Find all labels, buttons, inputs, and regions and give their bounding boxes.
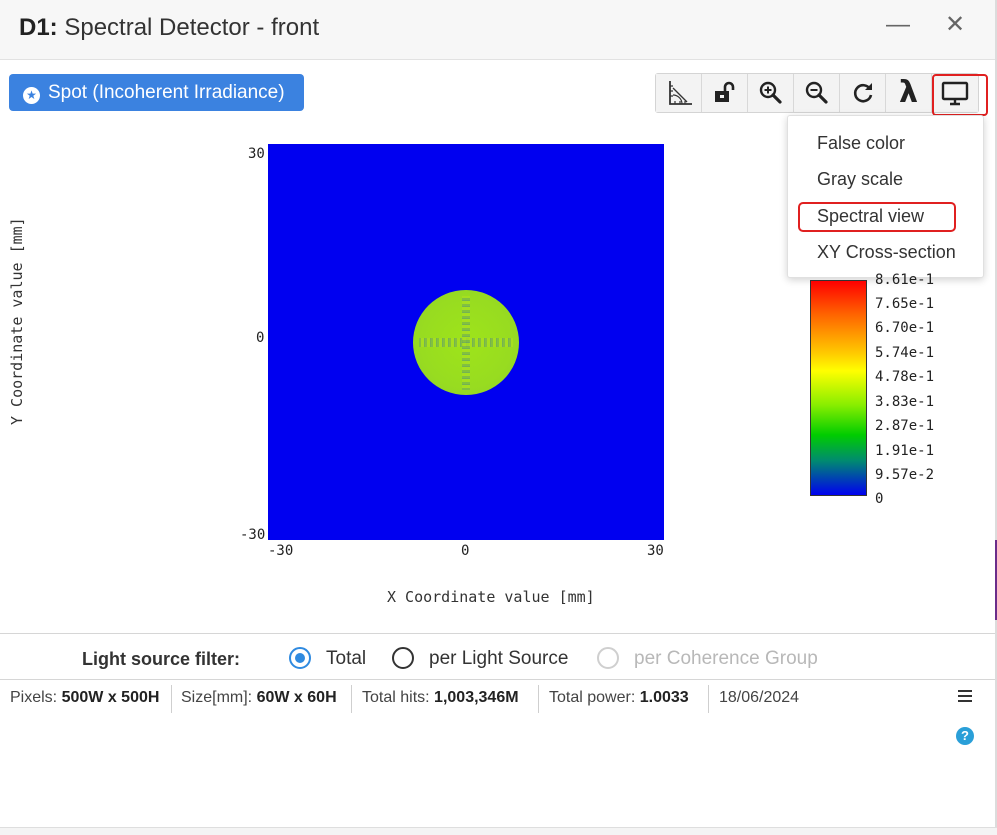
y-tick-mid: 0 (256, 330, 265, 346)
status-divider (538, 685, 539, 713)
filter-label: Light source filter: (82, 649, 241, 669)
star-circle-icon: ★ (23, 87, 40, 104)
status-size: Size[mm]: 60W x 60H (181, 689, 337, 706)
colorbar-label: 0 (875, 491, 884, 507)
light-source-filter: Light source filter: Total per Light Sou… (0, 633, 995, 680)
close-button[interactable]: ✕ (937, 10, 973, 42)
colorbar-label: 5.74e-1 (875, 345, 935, 361)
irradiance-spot (413, 290, 519, 395)
unlock-icon (711, 79, 739, 107)
lock-button[interactable] (702, 74, 748, 112)
status-bar: Pixels: 500W x 500H Size[mm]: 60W x 60H … (0, 681, 995, 715)
refresh-button[interactable] (840, 74, 886, 112)
menu-item-xy-cross-section[interactable]: XY Cross-section (817, 242, 956, 263)
status-pixels: Pixels: 500W x 500H (10, 689, 160, 706)
radio-total-label[interactable]: Total (326, 648, 366, 670)
zoom-in-button[interactable] (748, 74, 794, 112)
colorbar-label: 8.61e-1 (875, 272, 935, 288)
y-tick-top: 30 (248, 146, 265, 162)
window-bottom-edge (0, 827, 997, 835)
refresh-icon (849, 79, 877, 107)
minimize-button[interactable]: — (880, 10, 916, 42)
radio-per-light-source-label[interactable]: per Light Source (429, 648, 568, 670)
plot-toolbar: λ (655, 73, 988, 116)
colorbar-label: 4.78e-1 (875, 369, 935, 385)
x-tick-right: 30 (647, 543, 664, 559)
colorbar-label: 9.57e-2 (875, 467, 935, 483)
colorbar (810, 280, 867, 496)
title-bar: D1: Spectral Detector - front — ✕ (0, 0, 995, 60)
y-axis-label: Y Coordinate value [mm] (8, 217, 26, 425)
radio-per-coherence-group (597, 647, 619, 669)
menu-item-gray-scale[interactable]: Gray scale (817, 169, 903, 190)
irradiance-plot[interactable] (268, 144, 664, 540)
status-divider (708, 685, 709, 713)
status-divider (351, 685, 352, 713)
x-axis-label: X Coordinate value [mm] (387, 588, 595, 606)
lambda-icon: λ (899, 75, 918, 110)
window-title: D1: Spectral Detector - front (19, 14, 320, 41)
menu-item-false-color[interactable]: False color (817, 133, 905, 154)
spectral-detector-window: D1: Spectral Detector - front — ✕ ★ Spot … (0, 0, 997, 835)
spot-mode-button[interactable]: ★ Spot (Incoherent Irradiance) (9, 74, 304, 111)
menu-item-spectral-view[interactable]: Spectral view (817, 206, 924, 227)
x-tick-left: -30 (268, 543, 294, 559)
colorbar-label: 6.70e-1 (875, 320, 935, 336)
colorbar-label: 7.65e-1 (875, 296, 935, 312)
display-mode-button[interactable] (932, 74, 988, 116)
ruler-angle-icon (664, 78, 694, 108)
radio-per-light-source[interactable] (392, 647, 414, 669)
zoom-in-icon (757, 79, 785, 107)
hamburger-menu-icon[interactable] (958, 690, 972, 705)
status-total-hits: Total hits: 1,003,346M (362, 689, 519, 706)
status-divider (171, 685, 172, 713)
help-icon[interactable]: ? (956, 727, 974, 745)
monitor-icon (940, 79, 970, 107)
status-total-power: Total power: 1.0033 (549, 689, 689, 706)
wavelength-button[interactable]: λ (886, 74, 932, 112)
radio-per-coherence-group-label: per Coherence Group (634, 648, 818, 669)
x-tick-mid: 0 (461, 543, 470, 559)
spot-mode-label: Spot (Incoherent Irradiance) (48, 82, 285, 103)
radio-total[interactable] (289, 647, 311, 669)
measure-button[interactable] (656, 74, 702, 112)
zoom-out-button[interactable] (794, 74, 840, 112)
zoom-out-icon (803, 79, 831, 107)
display-mode-menu: False color Gray scale Spectral view XY … (787, 115, 984, 278)
colorbar-label: 2.87e-1 (875, 418, 935, 434)
y-tick-bottom: -30 (240, 527, 266, 543)
status-date: 18/06/2024 (719, 689, 800, 706)
colorbar-label: 1.91e-1 (875, 443, 935, 459)
colorbar-label: 3.83e-1 (875, 394, 935, 410)
